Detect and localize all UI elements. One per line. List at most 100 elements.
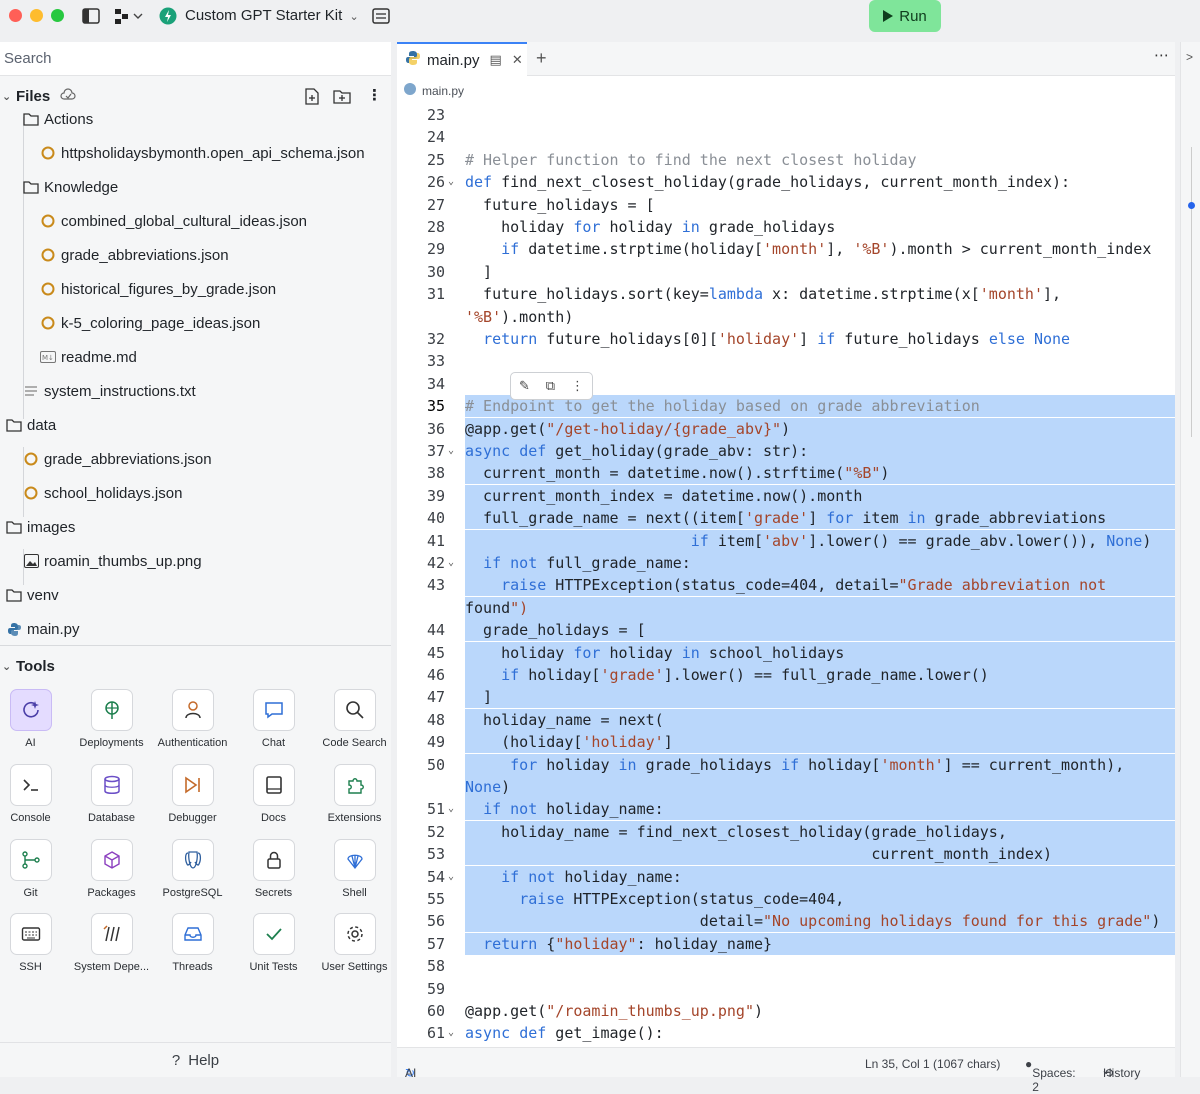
- file-tree-item[interactable]: grade_abbreviations.json: [23, 444, 212, 474]
- tool-ai[interactable]: AI: [0, 689, 71, 763]
- code-line[interactable]: 51 ⌄ if not holiday_name:: [397, 798, 1175, 821]
- workspace-switcher-icon[interactable]: [114, 6, 144, 26]
- code-line[interactable]: 40 full_grade_name = next((item['grade']…: [397, 507, 1175, 530]
- close-tab-icon[interactable]: ✕: [512, 52, 523, 68]
- file-tree-item[interactable]: httpsholidaysbymonth.open_api_schema.jso…: [40, 138, 365, 168]
- file-tree-item[interactable]: Actions: [23, 104, 93, 134]
- code-line[interactable]: 39 current_month_index = datetime.now().…: [397, 484, 1175, 507]
- code-line[interactable]: 36 @app.get("/get-holiday/{grade_abv}"): [397, 417, 1175, 440]
- file-tree-item[interactable]: roamin_thumbs_up.png: [23, 546, 202, 576]
- file-tree-item[interactable]: images: [6, 512, 75, 542]
- file-tree-item[interactable]: main.py: [6, 614, 80, 644]
- code-line[interactable]: 42 ⌄ if not full_grade_name:: [397, 552, 1175, 574]
- code-line[interactable]: 52 holiday_name = find_next_closest_holi…: [397, 820, 1175, 843]
- file-tree-item[interactable]: Knowledge: [23, 172, 118, 202]
- cursor-position[interactable]: Ln 35, Col 1 (1067 chars): [865, 1057, 1000, 1071]
- new-file-icon[interactable]: [304, 88, 320, 109]
- code-line[interactable]: 32 return future_holidays[0]['holiday'] …: [397, 328, 1175, 350]
- fold-chevron-icon[interactable]: ⌄: [448, 866, 454, 888]
- code-line[interactable]: 50 for holiday in grade_holidays if holi…: [397, 753, 1175, 776]
- code-line[interactable]: 58: [397, 955, 1175, 977]
- file-tree-item[interactable]: data: [6, 410, 56, 440]
- code-line[interactable]: 48 holiday_name = next(: [397, 708, 1175, 731]
- code-line[interactable]: 44 grade_holidays = [: [397, 619, 1175, 642]
- code-line[interactable]: 25 # Helper function to find the next clo…: [397, 149, 1175, 171]
- code-line[interactable]: 60 @app.get("/roamin_thumbs_up.png"): [397, 1000, 1175, 1022]
- minimap-rail[interactable]: >: [1180, 42, 1200, 1077]
- code-line[interactable]: None): [397, 776, 1175, 798]
- toggle-sidebar-icon[interactable]: [82, 6, 100, 26]
- code-line[interactable]: 47 ]: [397, 686, 1175, 709]
- code-line[interactable]: 24: [397, 126, 1175, 148]
- code-line[interactable]: 57 return {"holiday": holiday_name}: [397, 932, 1175, 955]
- close-window-button[interactable]: [9, 9, 22, 22]
- minimize-window-button[interactable]: [30, 9, 43, 22]
- more-options-icon[interactable]: ⋯: [1154, 46, 1169, 64]
- file-tree-item[interactable]: grade_abbreviations.json: [40, 240, 229, 270]
- more-options-icon[interactable]: ⋮: [367, 86, 382, 104]
- file-tree-item[interactable]: system_instructions.txt: [23, 376, 196, 406]
- zoom-window-button[interactable]: [51, 9, 64, 22]
- code-line[interactable]: 28 holiday for holiday in grade_holidays: [397, 216, 1175, 238]
- code-line[interactable]: 30 ]: [397, 261, 1175, 283]
- tool-database[interactable]: Database: [71, 764, 152, 838]
- tool-packages[interactable]: Packages: [71, 839, 152, 913]
- code-line[interactable]: 37 ⌄ async def get_holiday(grade_abv: str)…: [397, 440, 1175, 462]
- tool-user-settings[interactable]: User Settings: [314, 913, 395, 987]
- tab-main-py[interactable]: main.py ▤ ✕: [397, 42, 527, 76]
- new-folder-icon[interactable]: [333, 88, 351, 108]
- tool-unit-tests[interactable]: Unit Tests: [233, 913, 314, 987]
- tool-threads[interactable]: Threads: [152, 913, 233, 987]
- file-tree-item[interactable]: combined_global_cultural_ideas.json: [40, 206, 307, 236]
- code-line[interactable]: 23: [397, 104, 1175, 126]
- fold-chevron-icon[interactable]: ⌄: [448, 552, 454, 574]
- fold-chevron-icon[interactable]: ⌄: [448, 440, 454, 462]
- code-line[interactable]: 59: [397, 978, 1175, 1000]
- project-name[interactable]: Custom GPT Starter Kit ⌄: [185, 7, 359, 24]
- tool-ssh[interactable]: SSH: [0, 913, 71, 987]
- fold-chevron-icon[interactable]: ⌄: [448, 1022, 454, 1044]
- tool-code-search[interactable]: Code Search: [314, 689, 395, 763]
- tool-docs[interactable]: Docs: [233, 764, 314, 838]
- tool-postgresql[interactable]: PostgreSQL: [152, 839, 233, 913]
- tool-secrets[interactable]: Secrets: [233, 839, 314, 913]
- code-line[interactable]: 49 (holiday['holiday']: [397, 731, 1175, 754]
- tool-system-depe[interactable]: System Depe...: [71, 913, 152, 987]
- indent-setting[interactable]: ● Spaces: 2: [1025, 1057, 1076, 1094]
- code-line[interactable]: 46 if holiday['grade'].lower() == full_g…: [397, 664, 1175, 686]
- code-line[interactable]: 31 future_holidays.sort(key=lambda x: da…: [397, 283, 1175, 305]
- code-line[interactable]: 38 current_month = datetime.now().strfti…: [397, 462, 1175, 485]
- tool-extensions[interactable]: Extensions: [314, 764, 395, 838]
- more-options-icon[interactable]: ⋮: [571, 378, 584, 394]
- file-tree-item[interactable]: historical_figures_by_grade.json: [40, 274, 276, 304]
- tool-authentication[interactable]: Authentication: [152, 689, 233, 763]
- code-line[interactable]: 26 ⌄ def find_next_closest_holiday(grade_h…: [397, 171, 1175, 193]
- tool-debugger[interactable]: Debugger: [152, 764, 233, 838]
- code-line[interactable]: 55 raise HTTPException(status_code=404,: [397, 888, 1175, 910]
- tool-deployments[interactable]: Deployments: [71, 689, 152, 763]
- chevron-right-icon[interactable]: >: [1186, 50, 1193, 64]
- code-line[interactable]: 27 future_holidays = [: [397, 194, 1175, 216]
- code-line[interactable]: 33: [397, 350, 1175, 372]
- console-panel-icon[interactable]: [372, 6, 390, 26]
- fold-chevron-icon[interactable]: ⌄: [448, 798, 454, 820]
- new-tab-icon[interactable]: +: [536, 48, 547, 69]
- code-line[interactable]: 61 ⌄ async def get_image():: [397, 1022, 1175, 1044]
- tool-console[interactable]: Console: [0, 764, 71, 838]
- code-line[interactable]: found"): [397, 596, 1175, 619]
- code-line[interactable]: '%B').month): [397, 306, 1175, 328]
- code-line[interactable]: 43 raise HTTPException(status_code=404, …: [397, 574, 1175, 597]
- preview-icon[interactable]: ▤: [490, 52, 502, 68]
- file-tree-item[interactable]: school_holidays.json: [23, 478, 182, 508]
- tools-section-header[interactable]: ⌄ Tools: [0, 654, 391, 680]
- tool-shell[interactable]: Shell: [314, 839, 395, 913]
- help-button[interactable]: ? Help: [0, 1042, 391, 1077]
- explain-icon[interactable]: ⧉: [546, 378, 555, 394]
- code-line[interactable]: 41 if item['abv'].lower() == grade_abv.l…: [397, 529, 1175, 552]
- breadcrumb[interactable]: main.py: [403, 82, 464, 99]
- edit-pencil-icon[interactable]: ✎: [519, 378, 530, 394]
- code-line[interactable]: 29 if datetime.strptime(holiday['month']…: [397, 238, 1175, 260]
- code-line[interactable]: 56 detail="No upcoming holidays found fo…: [397, 910, 1175, 933]
- code-line[interactable]: 45 holiday for holiday in school_holiday…: [397, 641, 1175, 664]
- tool-git[interactable]: Git: [0, 839, 71, 913]
